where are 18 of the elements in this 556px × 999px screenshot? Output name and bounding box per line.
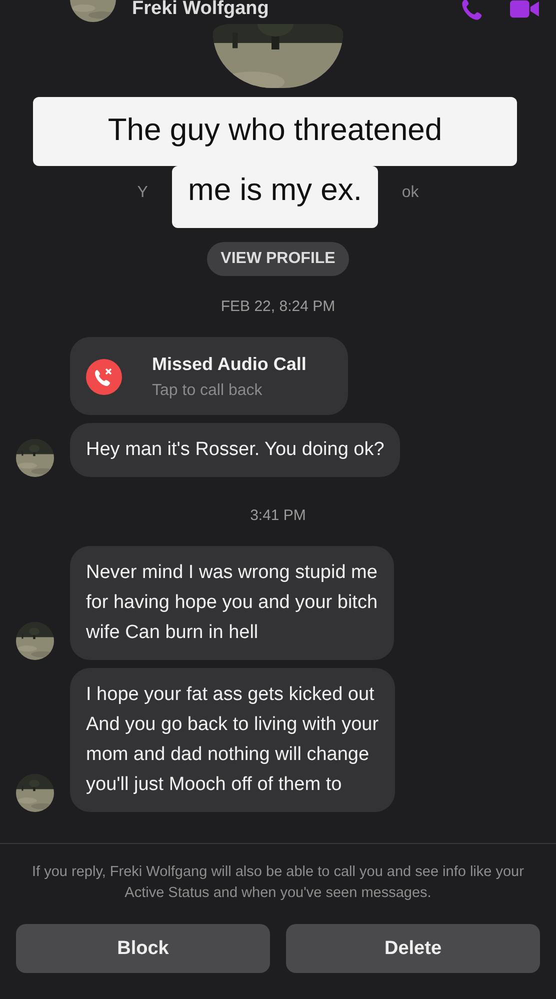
caption-text: The guy who threatened (33, 97, 517, 166)
subtitle-text: Y (137, 184, 148, 203)
view-profile-button[interactable]: VIEW PROFILE (206, 242, 350, 276)
message-bubble: Hey man it's Rosser. You doing ok? (70, 423, 400, 477)
caption-text: me is my ex. (172, 166, 378, 228)
action-button[interactable]: Delete (286, 924, 540, 973)
message-bubble: Never mind I was wrong stupid me for having hope you and your bitch wife Can burn in hell (70, 546, 394, 660)
missed-call-bubble[interactable]: Missed Audio Call Tap to call back (70, 337, 348, 415)
action-button[interactable]: Block (16, 924, 270, 973)
timestamp: 3:41 PM (249, 506, 307, 526)
contact-name: Freki Wolfgang (132, 0, 270, 20)
timestamp: FEB 22, 8:24 PM (220, 297, 336, 317)
message-bubble: I hope your fat ass gets kicked out And you go back to living with your mom and dad nothing will change you'll just Mooch off of them to (70, 668, 395, 812)
missed-call-icon (86, 359, 122, 395)
call-subtitle: Tap to call back (152, 381, 264, 401)
subtitle-text: ok (402, 184, 419, 203)
notice-text: If you reply, Freki Wolfgang will also be able to call you and see info like your Active Status and when you've seen messages. (31, 863, 525, 903)
call-title: Missed Audio Call (152, 353, 306, 375)
